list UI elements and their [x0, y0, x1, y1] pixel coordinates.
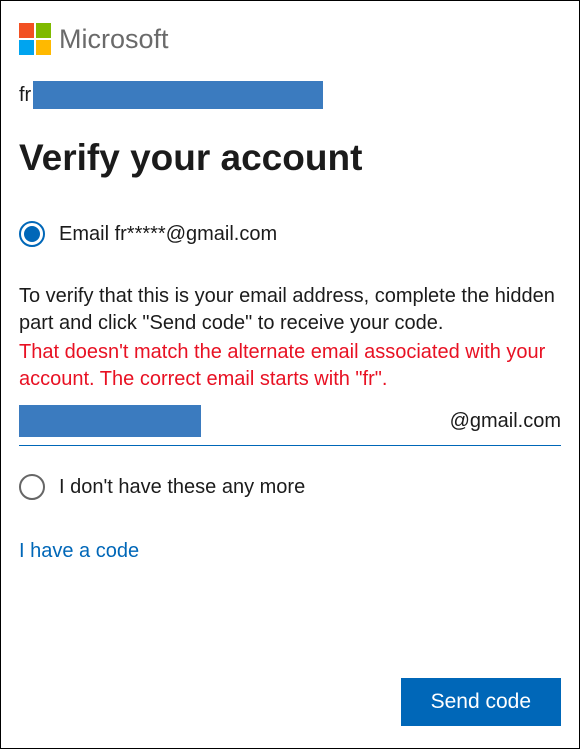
radio-icon	[19, 221, 45, 247]
dialog-frame: Microsoft fr Verify your account Email f…	[0, 0, 580, 749]
radio-email-label: Email fr*****@gmail.com	[59, 223, 277, 246]
microsoft-logo-icon	[19, 23, 51, 55]
email-input-row[interactable]: @gmail.com	[19, 405, 561, 446]
account-prefix: fr	[19, 84, 31, 107]
error-text: That doesn't match the alternate email a…	[19, 339, 561, 393]
page-title: Verify your account	[19, 137, 561, 179]
instruction-text: To verify that this is your email addres…	[19, 283, 561, 337]
send-code-button[interactable]: Send code	[401, 678, 561, 726]
email-input-redacted[interactable]	[19, 405, 201, 437]
radio-option-email[interactable]: Email fr*****@gmail.com	[19, 221, 561, 247]
brand-name: Microsoft	[59, 24, 169, 55]
account-redacted-block	[33, 81, 323, 109]
brand-row: Microsoft	[19, 23, 561, 55]
radio-icon	[19, 474, 45, 500]
radio-option-none[interactable]: I don't have these any more	[19, 474, 561, 500]
button-row: Send code	[401, 678, 561, 726]
email-domain-suffix: @gmail.com	[450, 410, 561, 433]
radio-none-label: I don't have these any more	[59, 476, 305, 499]
account-identifier: fr	[19, 81, 561, 109]
have-code-link[interactable]: I have a code	[19, 540, 561, 563]
